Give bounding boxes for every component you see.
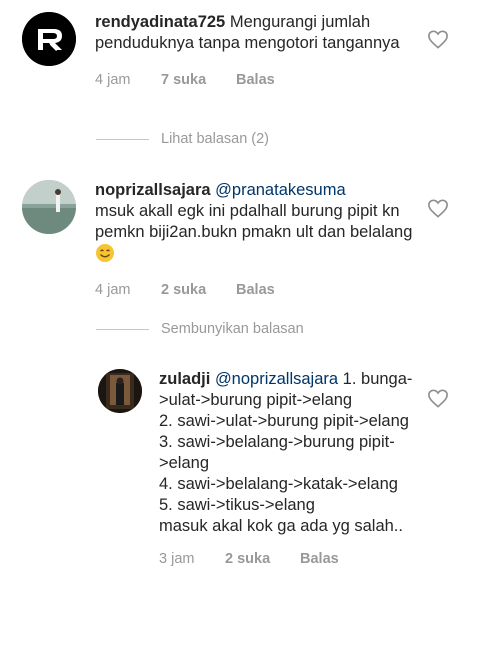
like-heart-icon[interactable]	[427, 198, 449, 218]
comment-time: 4 jam	[95, 72, 131, 88]
comment-username[interactable]: zuladji	[159, 370, 210, 388]
comment-meta: 3 jam 2 suka Balas	[159, 551, 428, 567]
like-heart-icon[interactable]	[427, 388, 449, 408]
avatar[interactable]	[98, 369, 142, 413]
r-logo-icon	[22, 12, 76, 66]
view-replies-label: Lihat balasan (2)	[161, 131, 270, 147]
comment-username[interactable]: rendyadinata725	[95, 13, 225, 31]
reply-button[interactable]: Balas	[236, 72, 275, 88]
hide-replies-button[interactable]: Sembunyikan balasan	[96, 321, 304, 337]
comment-mention[interactable]: @pranatakesuma	[215, 181, 346, 199]
avatar[interactable]	[22, 180, 76, 234]
comment-mention[interactable]: @noprizallsajara	[215, 370, 338, 388]
comment-time: 4 jam	[95, 282, 131, 298]
comment-noprizallsajara: noprizallsajara @pranatakesuma msuk akal…	[22, 180, 422, 298]
comment-likes[interactable]: 2 suka	[225, 551, 300, 567]
thread-divider	[96, 328, 149, 330]
comment-content: msuk akall egk ini pdalhall burung pipit…	[95, 202, 413, 241]
avatar-photo	[22, 180, 76, 234]
comment-likes[interactable]: 2 suka	[161, 282, 236, 298]
comment-time: 3 jam	[159, 551, 195, 567]
comment-text: noprizallsajara @pranatakesuma msuk akal…	[95, 180, 422, 269]
reply-button[interactable]: Balas	[300, 551, 339, 567]
like-heart-icon[interactable]	[427, 29, 449, 49]
thread-divider	[96, 138, 149, 140]
comment-text: zuladji @noprizallsajara 1. bunga->ulat-…	[159, 369, 428, 537]
avatar[interactable]	[22, 12, 76, 66]
comment-text: rendyadinata725 Mengurangi jumlah pendud…	[95, 12, 422, 54]
avatar-photo	[98, 369, 142, 413]
comment-rendyadinata725: rendyadinata725 Mengurangi jumlah pendud…	[22, 12, 422, 88]
reply-button[interactable]: Balas	[236, 282, 275, 298]
comment-likes[interactable]: 7 suka	[161, 72, 236, 88]
hide-replies-label: Sembunyikan balasan	[161, 321, 304, 337]
comment-zuladji: zuladji @noprizallsajara 1. bunga->ulat-…	[98, 369, 428, 567]
comment-username[interactable]: noprizallsajara	[95, 181, 211, 199]
comment-content: 1. bunga->ulat->burung pipit->elang 2. s…	[159, 370, 413, 535]
comment-meta: 4 jam 7 suka Balas	[95, 72, 422, 88]
smiling-face-emoji-icon	[95, 243, 115, 269]
view-replies-button[interactable]: Lihat balasan (2)	[96, 131, 269, 147]
comment-meta: 4 jam 2 suka Balas	[95, 282, 422, 298]
